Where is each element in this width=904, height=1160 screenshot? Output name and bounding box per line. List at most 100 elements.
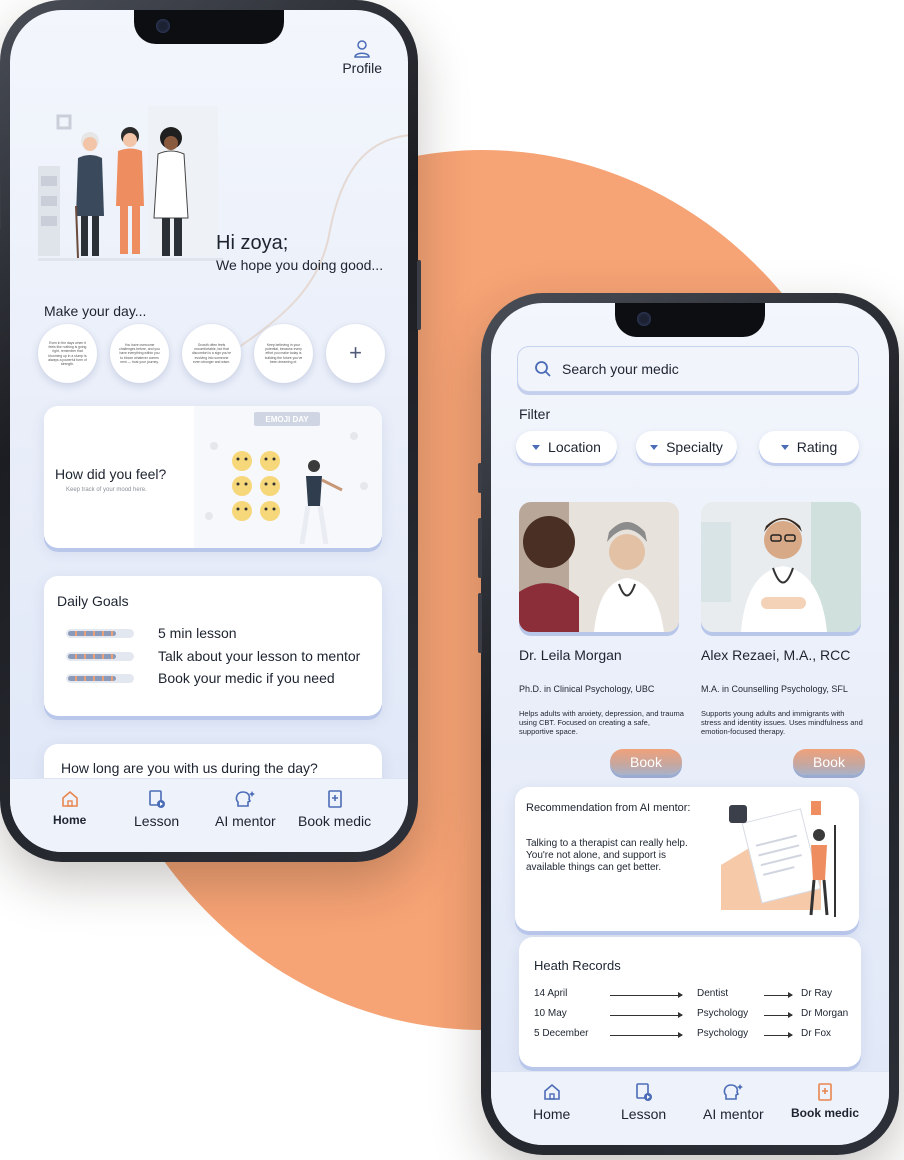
- tab-book-medic[interactable]: Book medic: [791, 1082, 859, 1120]
- quote-bubble[interactable]: Even in the days when it feels like noth…: [38, 324, 97, 383]
- medic-name: Alex Rezaei, M.A., RCC: [701, 647, 851, 663]
- goal-progress-bar: [66, 673, 134, 683]
- filter-chip-label: Rating: [796, 439, 838, 455]
- goal-label: Talk about your lesson to mentor: [158, 648, 361, 664]
- arrow-right-icon: [764, 1032, 793, 1038]
- lesson-icon: [635, 1083, 652, 1101]
- tab-home[interactable]: Home: [533, 1082, 570, 1122]
- greeting-block: Hi zoya; We hope you doing good...: [216, 232, 383, 273]
- medic-photo-alex-rezaei[interactable]: [701, 502, 861, 632]
- therapist-session-photo: [519, 502, 679, 632]
- lesson-icon: [148, 790, 165, 808]
- book-medic-screen: Search your medic Filter Location Specia…: [491, 303, 889, 1145]
- quote-bubble[interactable]: You have overcome challenges before, and…: [110, 324, 169, 383]
- chevron-down-icon: [780, 444, 789, 450]
- record-doctor: Dr Fox: [801, 1028, 831, 1039]
- filter-rating-dropdown[interactable]: Rating: [759, 431, 859, 463]
- time-with-us-title: How long are you with us during the day?: [61, 760, 318, 776]
- goal-item[interactable]: Book your medic if you need: [66, 670, 335, 686]
- phone-book-medic-screen: Search your medic Filter Location Specia…: [478, 293, 899, 1155]
- book-button[interactable]: Book: [610, 749, 682, 775]
- quote-bubbles: Even in the days when it feels like noth…: [38, 324, 385, 383]
- ai-mentor-icon: [235, 791, 256, 807]
- quote-bubble[interactable]: Keep believing in your potential, becaus…: [254, 324, 313, 383]
- greeting-subtitle: We hope you doing good...: [216, 257, 384, 273]
- filter-chip-label: Specialty: [666, 439, 723, 455]
- tab-label: Home: [533, 1106, 571, 1122]
- profile-label: Profile: [342, 60, 382, 76]
- record-date: 10 May: [534, 1008, 567, 1019]
- tab-label: Lesson: [134, 813, 180, 829]
- health-records-card[interactable]: Heath Records 14 April Dentist Dr Ray 10…: [519, 937, 861, 1067]
- emoji-banner-text: EMOJI DAY: [265, 415, 309, 424]
- phone-side-button: [478, 593, 482, 653]
- goal-item[interactable]: 5 min lesson: [66, 625, 237, 641]
- goal-progress-bar: [66, 628, 134, 638]
- tab-ai-mentor[interactable]: AI mentor: [703, 1082, 764, 1122]
- quote-bubble[interactable]: Growth often feels uncomfortable, but th…: [182, 324, 241, 383]
- tab-ai-mentor[interactable]: AI mentor: [215, 789, 276, 829]
- recommendation-title: Recommendation from AI mentor:: [526, 802, 691, 814]
- record-date: 14 April: [534, 988, 568, 999]
- medic-description: Supports young adults and immigrants wit…: [701, 709, 863, 736]
- mood-tracker-card[interactable]: How did you feel? Keep track of your moo…: [44, 406, 382, 548]
- home-icon: [543, 1083, 560, 1100]
- tab-label: Lesson: [621, 1106, 667, 1122]
- record-type: Dentist: [697, 988, 729, 999]
- health-record-row[interactable]: 10 May Psychology Dr Morgan: [534, 1008, 854, 1022]
- filter-label: Filter: [519, 406, 551, 422]
- arrow-right-icon: [610, 1032, 683, 1038]
- daily-goals-title: Daily Goals: [57, 593, 129, 609]
- user-icon: [354, 40, 370, 58]
- goal-progress-bar: [66, 651, 134, 661]
- tab-lesson[interactable]: Lesson: [134, 789, 179, 829]
- book-button[interactable]: Book: [793, 749, 865, 775]
- record-type: Psychology: [697, 1028, 749, 1039]
- arrow-right-icon: [764, 1012, 793, 1018]
- tab-label: Book medic: [298, 813, 372, 829]
- phone-notch: [615, 303, 765, 337]
- doctor-portrait-photo: [701, 502, 861, 632]
- tab-book-medic[interactable]: Book medic: [298, 789, 371, 829]
- record-date: 5 December: [534, 1028, 589, 1039]
- home-screen: Profile Hi zoya; We hope you doing good.…: [10, 10, 408, 852]
- phone-side-button: [417, 260, 421, 330]
- tab-lesson[interactable]: Lesson: [621, 1082, 666, 1122]
- tab-label: Book medic: [791, 1106, 860, 1120]
- phone-side-button: [478, 518, 482, 578]
- tab-label: AI mentor: [703, 1106, 764, 1122]
- record-doctor: Dr Ray: [801, 988, 833, 999]
- health-record-row[interactable]: 5 December Psychology Dr Fox: [534, 1028, 854, 1042]
- medic-photo-leila-morgan[interactable]: [519, 502, 679, 632]
- home-icon: [61, 790, 78, 807]
- chevron-down-icon: [532, 444, 541, 450]
- book-medic-icon: [818, 1083, 832, 1101]
- tab-label: AI mentor: [215, 813, 276, 829]
- recommendation-body: Talking to a therapist can really help. …: [526, 838, 688, 873]
- bottom-tab-bar: Home Lesson AI mentor Book medic: [10, 778, 408, 852]
- goal-label: Book your medic if you need: [158, 670, 335, 686]
- medic-credential: M.A. in Counselling Psychology, SFL: [701, 684, 848, 694]
- book-medic-icon: [327, 790, 342, 808]
- recommendation-letter-illustration: [721, 801, 836, 917]
- filter-chip-label: Location: [548, 439, 601, 455]
- profile-button[interactable]: Profile: [342, 40, 382, 76]
- goal-item[interactable]: Talk about your lesson to mentor: [66, 648, 360, 664]
- phone-side-button: [478, 463, 482, 493]
- health-records-title: Heath Records: [534, 958, 621, 973]
- health-record-row[interactable]: 14 April Dentist Dr Ray: [534, 988, 854, 1002]
- search-placeholder: Search your medic: [562, 361, 679, 377]
- search-medic-field[interactable]: Search your medic: [517, 346, 859, 392]
- record-type: Psychology: [697, 1008, 749, 1019]
- arrow-right-icon: [764, 992, 793, 998]
- bottom-tab-bar: Home Lesson AI mentor Book medic: [491, 1071, 889, 1145]
- filter-location-dropdown[interactable]: Location: [516, 431, 617, 463]
- caregivers-illustration: [38, 106, 223, 261]
- add-quote-button[interactable]: +: [326, 324, 385, 383]
- make-your-day-title: Make your day...: [44, 303, 147, 319]
- arrow-right-icon: [610, 992, 683, 998]
- ai-recommendation-card[interactable]: Recommendation from AI mentor: Talking t…: [515, 787, 859, 931]
- tab-home[interactable]: Home: [53, 789, 86, 827]
- filter-specialty-dropdown[interactable]: Specialty: [636, 431, 737, 463]
- goal-label: 5 min lesson: [158, 625, 237, 641]
